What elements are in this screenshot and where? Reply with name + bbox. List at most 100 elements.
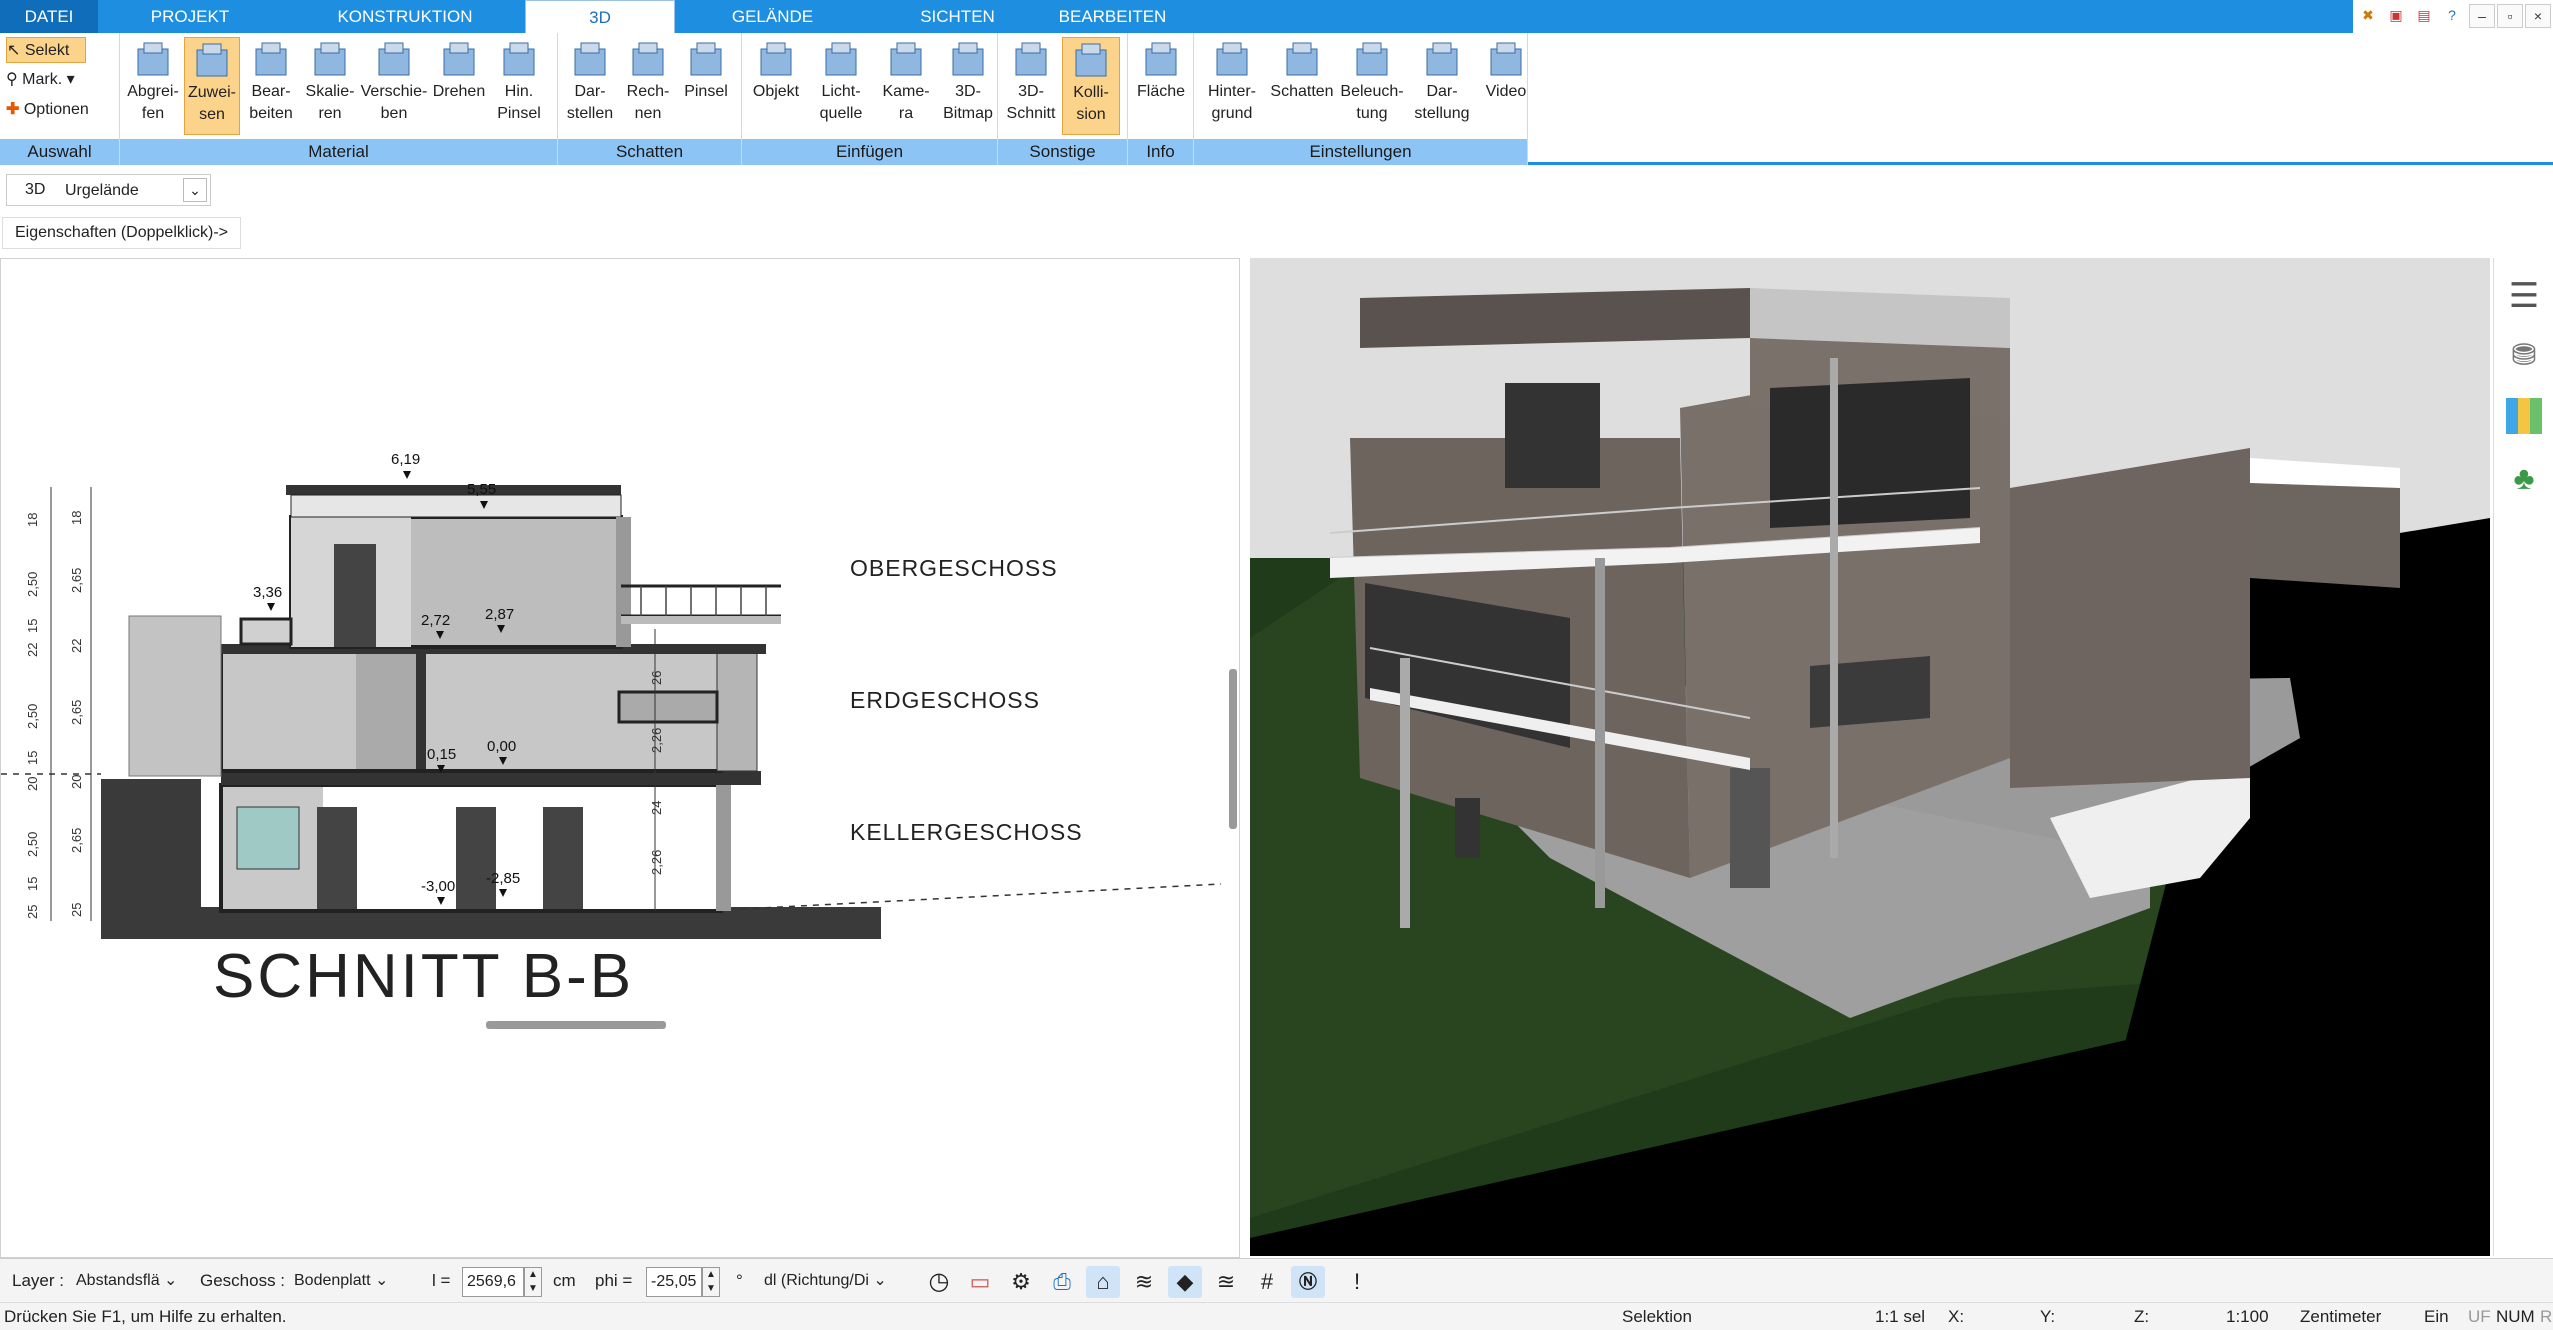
hatch-icon[interactable]: ≋	[1127, 1266, 1161, 1298]
tab-sichten[interactable]: SICHTEN	[905, 0, 1010, 33]
restore-button[interactable]: ▫	[2497, 4, 2523, 28]
sonstige-button-1-icon	[1070, 40, 1112, 82]
cursor-icon: ↖	[7, 42, 21, 59]
svg-text:15: 15	[25, 877, 40, 891]
material-button-6[interactable]: Hin. Pinsel	[490, 37, 548, 135]
einfuegen-button-1[interactable]: Licht-quelle	[808, 37, 874, 135]
properties-button[interactable]: Eigenschaften (Doppelklick)->	[2, 217, 241, 249]
layout-icon[interactable]: ▤	[2411, 4, 2437, 28]
tab-datei[interactable]: DATEI	[0, 0, 98, 33]
close-button[interactable]: ×	[2525, 4, 2551, 28]
svg-text:18: 18	[25, 513, 40, 527]
material-button-3-icon	[309, 39, 351, 81]
terrain-selector[interactable]: 3D Urgelände ⌄	[6, 174, 211, 206]
h-scrollbar-thumb[interactable]	[486, 1021, 666, 1029]
chevron-down-icon[interactable]: ⌄	[183, 178, 207, 202]
clock-icon[interactable]: ◷	[922, 1266, 956, 1298]
schatten-button-2[interactable]: Pinsel	[678, 37, 734, 135]
einfuegen-button-2[interactable]: Kame-ra	[876, 37, 936, 135]
roof-icon[interactable]: ⌂	[1086, 1266, 1120, 1298]
layers-stack-icon[interactable]: ≊	[1209, 1266, 1243, 1298]
floor-label-eg: ERDGESCHOSS	[850, 687, 1040, 713]
unit-text: Zentimeter	[2300, 1307, 2382, 1326]
material-button-1[interactable]: Zuwei-sen	[184, 37, 240, 135]
einstellungen-button-1[interactable]: Schatten	[1268, 37, 1336, 135]
einstellungen-button-2[interactable]: Beleuch-tung	[1338, 37, 1406, 135]
3d-render	[1250, 258, 2490, 1256]
svg-text:-2,85: -2,85	[486, 870, 520, 887]
sonstige-button-1[interactable]: Kolli-sion	[1062, 37, 1120, 135]
dl-select[interactable]: dl (Richtung/Di ⌄	[760, 1267, 905, 1297]
material-button-2[interactable]: Bear-beiten	[242, 37, 300, 135]
material-button-3[interactable]: Skalie-ren	[302, 37, 358, 135]
monitor-icon[interactable]: ▭	[963, 1266, 997, 1298]
camera-icon[interactable]: ⚙	[1004, 1266, 1038, 1298]
tab-3d[interactable]: 3D	[525, 0, 675, 33]
length-input[interactable]: 2569,6	[462, 1267, 524, 1297]
select-button[interactable]: ↖ Selekt	[6, 37, 86, 63]
material-button-0-icon	[132, 39, 174, 81]
layers-icon[interactable]: ☰	[2504, 276, 2544, 316]
svg-text:5,55: 5,55	[467, 481, 496, 498]
geschoss-select[interactable]: Bodenplatt ⌄	[290, 1267, 405, 1297]
group-schatten: Dar-stellen Rech-nen Pinsel Schatten	[558, 33, 742, 165]
right-sidebar: ☰ ⛃ ♣	[2493, 258, 2553, 1256]
material-button-5-icon	[438, 39, 480, 81]
terrain-value: Urgelände	[65, 182, 139, 199]
plane-icon[interactable]: ◆	[1168, 1266, 1202, 1298]
einstellungen-button-0[interactable]: Hinter-grund	[1198, 37, 1266, 135]
einfuegen-button-3[interactable]: 3D- Bitmap	[938, 37, 998, 135]
3d-view[interactable]	[1250, 258, 2490, 1256]
window-controls: ✖ ▣ ▤ ? – ▫ ×	[2353, 0, 2553, 33]
north-icon[interactable]: Ⓝ	[1291, 1266, 1325, 1298]
einstellungen-button-3[interactable]: Dar-stellung	[1408, 37, 1476, 135]
tab-konstruktion[interactable]: KONSTRUKTION	[330, 0, 480, 33]
tab-projekt[interactable]: PROJEKT	[140, 0, 240, 33]
svg-text:2,50: 2,50	[25, 704, 40, 729]
section-title: SCHNITT B-B	[213, 942, 635, 1011]
schatten-button-1[interactable]: Rech-nen	[620, 37, 676, 135]
print-icon[interactable]: ⎙	[1045, 1266, 1079, 1298]
phi-stepper[interactable]: ▲ ▼	[702, 1267, 720, 1297]
layer-select[interactable]: Abstandsflä ⌄	[72, 1267, 184, 1297]
tools-icon[interactable]: ✖	[2355, 4, 2381, 28]
plus-icon: ✚	[6, 101, 20, 118]
tree-icon[interactable]: ♣	[2504, 458, 2544, 498]
section-view[interactable]: 18 2,50 15 22 2,50 15 20 2,50 15 25 18 2…	[0, 258, 1240, 1258]
grid-icon[interactable]: #	[1250, 1266, 1284, 1298]
mode-text: Selektion	[1622, 1307, 1692, 1326]
tab-bearbeiten[interactable]: BEARBEITEN	[1055, 0, 1170, 33]
phi-input[interactable]: -25,05	[646, 1267, 702, 1297]
tab-gelaende[interactable]: GELÄNDE	[720, 0, 825, 33]
einfuegen-button-1-icon	[820, 39, 862, 81]
svg-text:15: 15	[25, 751, 40, 765]
help-icon[interactable]: ?	[2439, 4, 2465, 28]
svg-text:22: 22	[25, 643, 40, 657]
material-button-0[interactable]: Abgrei-fen	[124, 37, 182, 135]
svg-text:6,19: 6,19	[391, 451, 420, 468]
window-icon[interactable]: ▣	[2383, 4, 2409, 28]
sonstige-button-0[interactable]: 3D- Schnitt	[1002, 37, 1060, 135]
material-button-4[interactable]: Verschie-ben	[360, 37, 428, 135]
options-button[interactable]: ✚ Optionen	[6, 97, 89, 123]
schatten-button-0[interactable]: Dar-stellen	[562, 37, 618, 135]
einfuegen-button-3-icon	[947, 39, 989, 81]
einstellungen-button-3-icon	[1421, 39, 1463, 81]
furniture-icon[interactable]: ⛃	[2504, 336, 2544, 376]
x-coord: X:	[1948, 1307, 1965, 1326]
num-text: NUM	[2496, 1307, 2535, 1326]
length-stepper[interactable]: ▲ ▼	[524, 1267, 542, 1297]
mark-button[interactable]: ⚲ Mark. ▾	[6, 67, 75, 93]
group-label-info: Info	[1128, 139, 1193, 165]
minimize-button[interactable]: –	[2469, 4, 2495, 28]
materials-icon[interactable]	[2506, 398, 2542, 434]
schatten-button-0-icon	[569, 39, 611, 81]
view-toolbar: 3D Urgelände ⌄	[0, 168, 2553, 212]
group-label-einfuegen: Einfügen	[742, 139, 997, 165]
einfuegen-button-0[interactable]: Objekt	[746, 37, 806, 135]
info-icon[interactable]: ǃ	[1340, 1266, 1374, 1298]
material-button-5[interactable]: Drehen	[430, 37, 488, 135]
einstellungen-button-4[interactable]: Video	[1478, 37, 1534, 135]
v-scrollbar-thumb[interactable]	[1229, 669, 1237, 829]
info-button-0[interactable]: Fläche	[1132, 37, 1190, 135]
